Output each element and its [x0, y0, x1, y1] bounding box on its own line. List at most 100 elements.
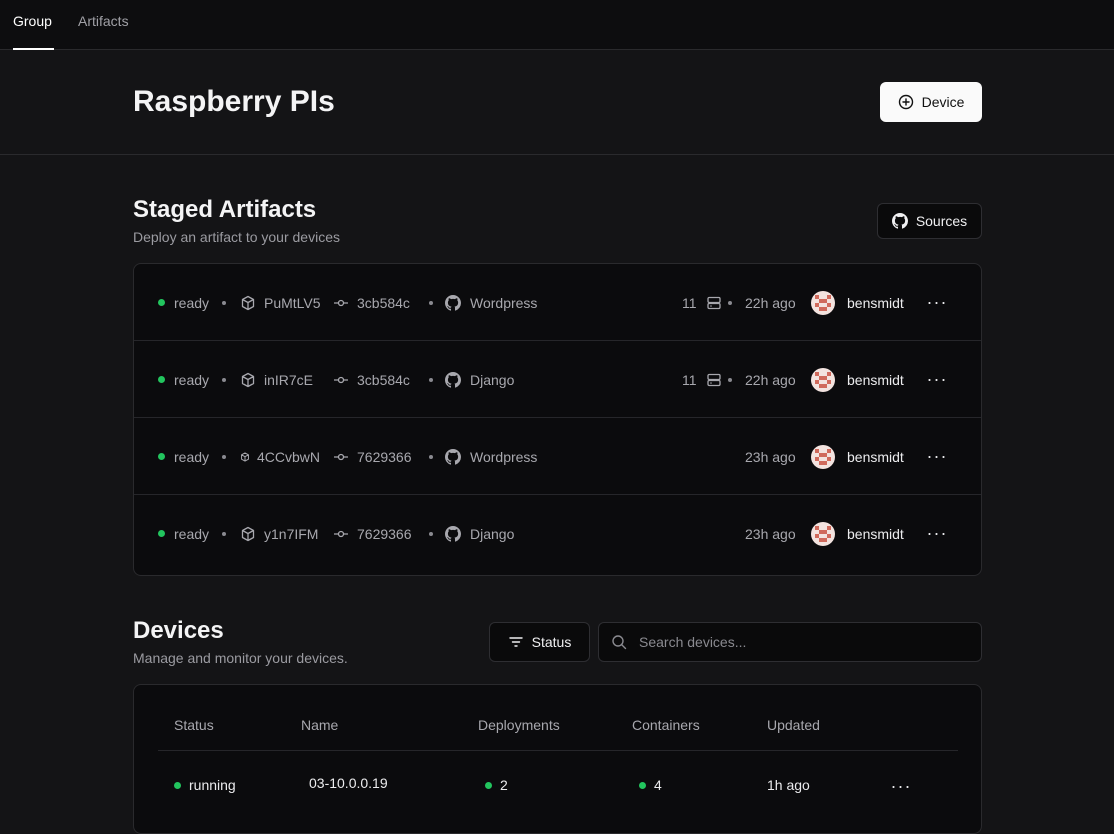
devices-subtitle: Manage and monitor your devices. [133, 650, 348, 666]
artifact-repo[interactable]: Wordpress [445, 264, 537, 341]
more-options-icon[interactable]: ··· [927, 264, 947, 341]
staged-artifacts-list: ready PuMtLV5 3cb584c Wordpress 11 22h a… [133, 263, 982, 576]
artifact-status: ready [158, 495, 209, 572]
column-header-containers[interactable]: Containers [632, 717, 700, 733]
more-options-icon[interactable]: ··· [891, 753, 911, 819]
github-icon [445, 525, 461, 542]
separator-dot-icon [222, 300, 226, 305]
page-title: Raspberry PIs [133, 85, 335, 118]
device-status: running [174, 777, 236, 793]
github-icon [445, 294, 461, 311]
plus-circle-icon [898, 94, 914, 110]
artifact-row[interactable]: ready 4CCvbwN 7629366 Wordpress 23h ago … [134, 418, 981, 495]
device-deployments: 2 [485, 777, 508, 793]
separator-dot-icon [222, 377, 226, 382]
separator-dot-icon [222, 454, 226, 459]
devices-title: Devices [133, 617, 224, 644]
artifact-row[interactable]: ready PuMtLV5 3cb584c Wordpress 11 22h a… [134, 264, 981, 341]
column-header-name[interactable]: Name [301, 717, 338, 733]
artifact-id: PuMtLV5 [240, 264, 321, 341]
artifact-commit: 7629366 [334, 418, 412, 495]
status-filter-button[interactable]: Status [489, 622, 590, 662]
artifact-time: 23h ago [745, 525, 796, 542]
table-divider [158, 750, 958, 751]
sources-button[interactable]: Sources [877, 203, 982, 239]
server-icon [706, 373, 722, 387]
search-icon [611, 634, 627, 650]
artifact-time: 23h ago [745, 448, 796, 465]
git-commit-icon [334, 296, 348, 310]
status-dot-icon [158, 376, 165, 383]
staged-artifacts-subtitle: Deploy an artifact to your devices [133, 229, 340, 245]
devices-table: Status Name Deployments Containers Updat… [133, 684, 982, 834]
device-containers: 4 [639, 777, 662, 793]
artifact-row[interactable]: ready y1n7IFM 7629366 Django 23h ago ben… [134, 495, 981, 572]
device-updated: 1h ago [767, 777, 810, 793]
separator-dot-icon [429, 531, 433, 536]
git-commit-icon [334, 450, 348, 464]
artifact-row[interactable]: ready inIR7cE 3cb584c Django 11 22h ago … [134, 341, 981, 418]
search-input[interactable] [639, 634, 959, 650]
avatar [811, 521, 835, 546]
avatar [811, 290, 835, 315]
column-header-deployments[interactable]: Deployments [478, 717, 560, 733]
separator-dot-icon [429, 454, 433, 459]
artifact-author: bensmidt [811, 418, 904, 495]
status-text: ready [174, 371, 210, 388]
staged-artifacts-title: Staged Artifacts [133, 196, 317, 223]
sources-label: Sources [915, 213, 968, 229]
artifact-repo[interactable]: Django [445, 495, 514, 572]
github-icon [891, 213, 908, 229]
more-options-icon[interactable]: ··· [927, 495, 947, 572]
status-dot-icon [158, 453, 165, 460]
separator-dot-icon [222, 531, 226, 536]
artifact-commit: 3cb584c [334, 341, 410, 418]
cube-icon [240, 372, 256, 388]
server-icon [706, 296, 722, 310]
status-text: ready [174, 448, 210, 465]
artifact-id: 4CCvbwN [240, 418, 320, 495]
artifact-commit: 7629366 [334, 495, 412, 572]
search-devices[interactable] [598, 622, 982, 662]
status-text: ready [174, 525, 210, 542]
status-filter-label: Status [531, 634, 572, 650]
column-header-updated[interactable]: Updated [767, 717, 820, 733]
status-dot-icon [158, 530, 165, 537]
device-count: 11 [682, 264, 722, 341]
filter-icon [508, 634, 524, 650]
status-dot-icon [158, 299, 165, 306]
status-dot-icon [174, 781, 181, 789]
device-count: 11 [682, 341, 722, 418]
status-dot-icon [485, 781, 492, 789]
cube-icon [240, 295, 256, 311]
device-name[interactable]: 03-10.0.0.19 [309, 775, 388, 791]
artifact-repo[interactable]: Wordpress [445, 418, 537, 495]
artifact-repo[interactable]: Django [445, 341, 514, 418]
cube-icon [240, 526, 256, 542]
git-commit-icon [334, 527, 348, 541]
column-header-status[interactable]: Status [174, 717, 214, 733]
artifact-time: 22h ago [745, 294, 796, 311]
separator-dot-icon [429, 377, 433, 382]
add-device-button[interactable]: Device [880, 82, 982, 122]
more-options-icon[interactable]: ··· [927, 341, 947, 418]
artifact-author: bensmidt [811, 341, 904, 418]
tab-artifacts[interactable]: Artifacts [78, 13, 129, 29]
status-text: ready [174, 294, 210, 311]
avatar [811, 444, 835, 469]
artifact-status: ready [158, 341, 209, 418]
artifact-status: ready [158, 264, 209, 341]
cube-small-icon [240, 451, 250, 462]
artifact-author: bensmidt [811, 495, 904, 572]
add-device-label: Device [921, 94, 965, 110]
artifact-commit: 3cb584c [334, 264, 410, 341]
avatar [811, 367, 835, 392]
tab-group[interactable]: Group [13, 13, 52, 29]
separator-dot-icon [728, 377, 732, 382]
github-icon [445, 448, 461, 465]
status-dot-icon [639, 781, 646, 789]
artifact-author: bensmidt [811, 264, 904, 341]
top-nav: Group Artifacts [0, 0, 1114, 50]
more-options-icon[interactable]: ··· [927, 418, 947, 495]
separator-dot-icon [429, 300, 433, 305]
